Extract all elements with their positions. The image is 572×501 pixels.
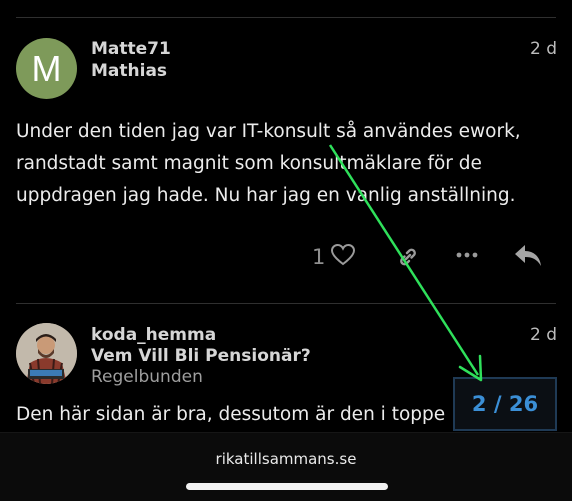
home-indicator[interactable]: [186, 483, 388, 490]
site-address[interactable]: rikatillsammans.se: [0, 450, 572, 468]
arrow-annotation: [328, 144, 483, 382]
